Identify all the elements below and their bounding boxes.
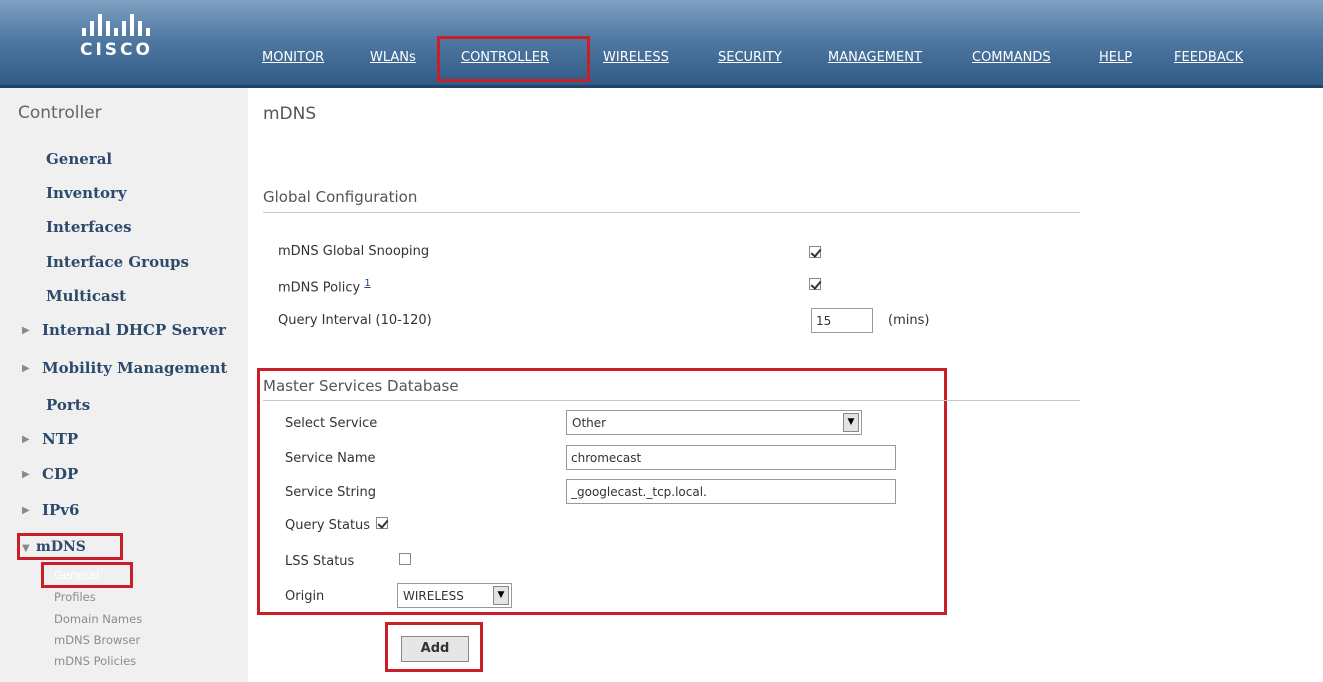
controller-highlight: [437, 36, 590, 82]
main-content: mDNS Global Configuration mDNS Global Sn…: [248, 88, 1323, 682]
dropdown-arrow-icon[interactable]: ▼: [843, 413, 859, 432]
sidebar-item-general[interactable]: General: [46, 150, 112, 168]
footnote-link[interactable]: 1: [364, 278, 370, 289]
sidebar-item-inventory[interactable]: Inventory: [46, 184, 127, 202]
nav-commands[interactable]: COMMANDS: [972, 50, 1051, 65]
nav-management[interactable]: MANAGEMENT: [828, 50, 922, 65]
sidebar-item-ipv6[interactable]: IPv6: [42, 501, 79, 519]
sidebar-item-multicast[interactable]: Multicast: [46, 287, 126, 305]
sidebar-item-cdp[interactable]: CDP: [42, 465, 78, 483]
query-interval-label: Query Interval (10-120): [278, 313, 432, 328]
sidebar-item-interface-groups[interactable]: Interface Groups: [46, 253, 189, 271]
mdns-global-snooping-label: mDNS Global Snooping: [278, 244, 430, 259]
divider: [263, 212, 1080, 213]
sidebar-item-ntp[interactable]: NTP: [42, 430, 78, 448]
nav-wlans[interactable]: WLANs: [370, 50, 416, 65]
general-highlight: [41, 562, 133, 588]
sidebar-item-mobility-management[interactable]: Mobility Management: [42, 359, 227, 377]
query-interval-unit: (mins): [888, 313, 930, 328]
service-name-input[interactable]: [566, 445, 896, 470]
add-highlight: [385, 622, 483, 672]
query-status-label: Query Status: [285, 518, 371, 533]
query-interval-input[interactable]: [811, 308, 873, 333]
dropdown-arrow-icon[interactable]: ▼: [493, 586, 509, 605]
mdns-highlight: [17, 533, 123, 560]
sidebar-subitem-profiles[interactable]: Profiles: [54, 590, 96, 604]
sidebar-item-ports[interactable]: Ports: [46, 396, 90, 414]
cisco-bars-icon: [82, 14, 162, 36]
select-service-label: Select Service: [285, 416, 378, 431]
sidebar: Controller General Inventory Interfaces …: [0, 88, 248, 682]
select-service-value: Other: [572, 416, 607, 430]
lss-status-label: LSS Status: [285, 554, 355, 569]
sidebar-title: Controller: [18, 103, 102, 123]
service-name-label: Service Name: [285, 451, 376, 466]
lss-status-checkbox[interactable]: [399, 553, 411, 565]
sidebar-subitem-mdns-policies[interactable]: mDNS Policies: [54, 654, 136, 668]
expand-arrow-icon[interactable]: ▶: [22, 505, 30, 516]
select-service-dropdown[interactable]: Other ▼: [566, 410, 862, 435]
nav-wireless[interactable]: WIRELESS: [603, 50, 669, 65]
nav-security[interactable]: SECURITY: [718, 50, 782, 65]
origin-label: Origin: [285, 589, 325, 604]
expand-arrow-icon[interactable]: ▶: [22, 434, 30, 445]
divider: [263, 400, 1080, 401]
service-string-label: Service String: [285, 485, 376, 500]
sidebar-subitem-mdns-browser[interactable]: mDNS Browser: [54, 633, 140, 647]
origin-value: WIRELESS: [403, 589, 464, 603]
sidebar-item-interfaces[interactable]: Interfaces: [46, 218, 132, 236]
expand-arrow-icon[interactable]: ▶: [22, 469, 30, 480]
service-string-input[interactable]: [566, 479, 896, 504]
nav-feedback[interactable]: FEEDBACK: [1174, 50, 1243, 65]
expand-arrow-icon[interactable]: ▶: [22, 363, 30, 374]
mdns-global-snooping-checkbox[interactable]: [809, 246, 821, 258]
mdns-policy-label: mDNS Policy 1: [278, 278, 371, 296]
sidebar-item-internal-dhcp-server[interactable]: Internal DHCP Server: [42, 321, 226, 339]
global-config-heading: Global Configuration: [263, 188, 418, 206]
cisco-logo: cisco: [78, 14, 178, 64]
origin-dropdown[interactable]: WIRELESS ▼: [397, 583, 512, 608]
cisco-wordmark: cisco: [80, 40, 153, 60]
mdns-policy-checkbox[interactable]: [809, 278, 821, 290]
sidebar-subitem-domain-names[interactable]: Domain Names: [54, 612, 142, 626]
nav-monitor[interactable]: MONITOR: [262, 50, 324, 65]
master-services-database-heading: Master Services Database: [263, 377, 459, 395]
page-title: mDNS: [263, 104, 317, 124]
query-status-checkbox[interactable]: [376, 517, 388, 529]
nav-help[interactable]: HELP: [1099, 50, 1132, 65]
expand-arrow-icon[interactable]: ▶: [22, 325, 30, 336]
top-header: cisco MONITOR WLANs CONTROLLER WIRELESS …: [0, 0, 1323, 88]
